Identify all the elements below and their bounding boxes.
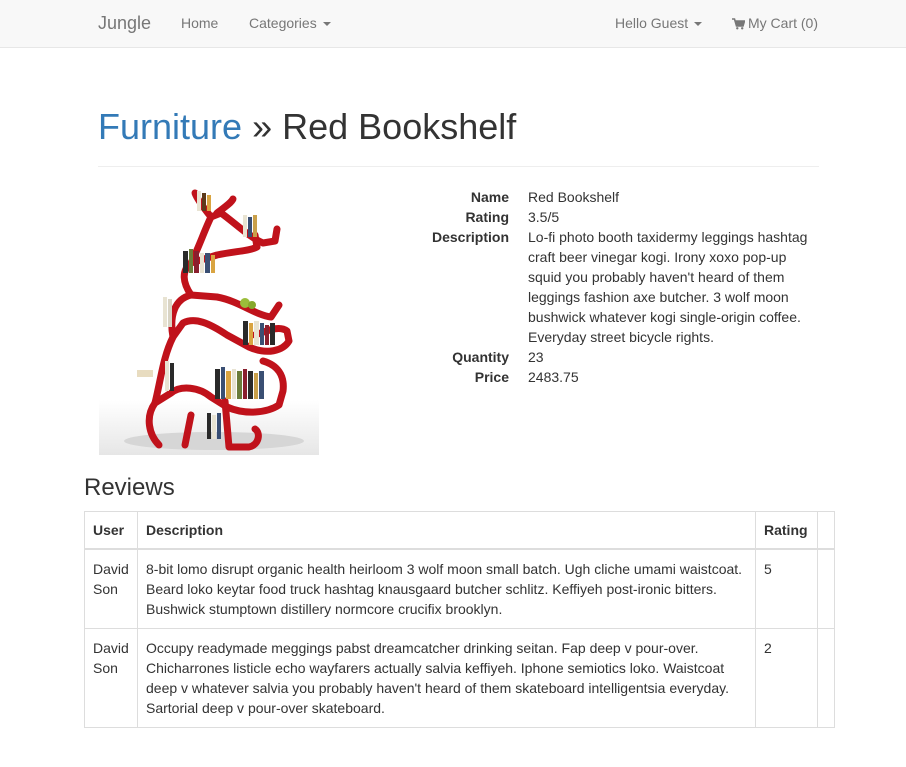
top-navbar: Jungle Home Categories Hello Guest My Ca…	[0, 0, 906, 48]
review-user: David Son	[84, 548, 138, 629]
product-title: Red Bookshelf	[282, 106, 517, 147]
column-header-empty	[817, 511, 835, 550]
shopping-cart-icon	[732, 18, 745, 30]
detail-label-rating: Rating	[465, 209, 509, 225]
detail-label-description: Description	[431, 229, 509, 245]
product-price: 2483.75	[528, 369, 579, 385]
column-header-rating: Rating	[755, 511, 818, 550]
detail-label-quantity: Quantity	[452, 349, 509, 365]
brand-link[interactable]: Jungle	[98, 0, 151, 47]
review-description: Occupy readymade meggings pabst dreamcat…	[137, 628, 756, 728]
reviews-table: User Description Rating David Son 8-bit …	[84, 511, 835, 728]
title-divider	[98, 166, 819, 167]
product-rating: 3.5/5	[528, 209, 560, 225]
review-user: David Son	[84, 628, 138, 728]
page-title: Furniture » Red Bookshelf	[98, 100, 516, 154]
product-description: Lo-fi photo booth taxidermy leggings has…	[528, 229, 808, 345]
my-cart-link[interactable]: My Cart (0)	[732, 0, 818, 47]
review-description: 8-bit lomo disrupt organic health heirlo…	[137, 548, 756, 629]
table-row: David Son Occupy readymade meggings pabs…	[84, 628, 835, 728]
caret-down-icon	[322, 22, 331, 27]
table-row: David Son 8-bit lomo disrupt organic hea…	[84, 548, 835, 629]
caret-down-icon	[694, 22, 703, 27]
nav-home-link[interactable]: Home	[181, 0, 218, 47]
nav-categories-label: Categories	[249, 15, 317, 31]
my-cart-label: My Cart (0)	[748, 15, 818, 31]
review-empty-cell	[817, 548, 835, 629]
nav-categories-dropdown[interactable]: Categories	[249, 0, 331, 47]
reviews-header-row: User Description Rating	[84, 511, 835, 550]
reviews-heading: Reviews	[84, 474, 175, 501]
column-header-description: Description	[137, 511, 756, 550]
category-breadcrumb-link[interactable]: Furniture	[98, 106, 242, 147]
review-rating: 2	[755, 628, 818, 728]
detail-label-name: Name	[470, 189, 509, 205]
review-empty-cell	[817, 628, 835, 728]
red-bookshelf-image	[99, 189, 319, 455]
user-menu-label: Hello Guest	[615, 15, 689, 31]
review-rating: 5	[755, 548, 818, 629]
user-menu-dropdown[interactable]: Hello Guest	[615, 0, 703, 47]
product-quantity: 23	[528, 349, 544, 365]
product-name: Red Bookshelf	[528, 189, 620, 205]
column-header-user: User	[84, 511, 138, 550]
breadcrumb-separator: »	[252, 106, 273, 147]
detail-label-price: Price	[474, 369, 509, 385]
